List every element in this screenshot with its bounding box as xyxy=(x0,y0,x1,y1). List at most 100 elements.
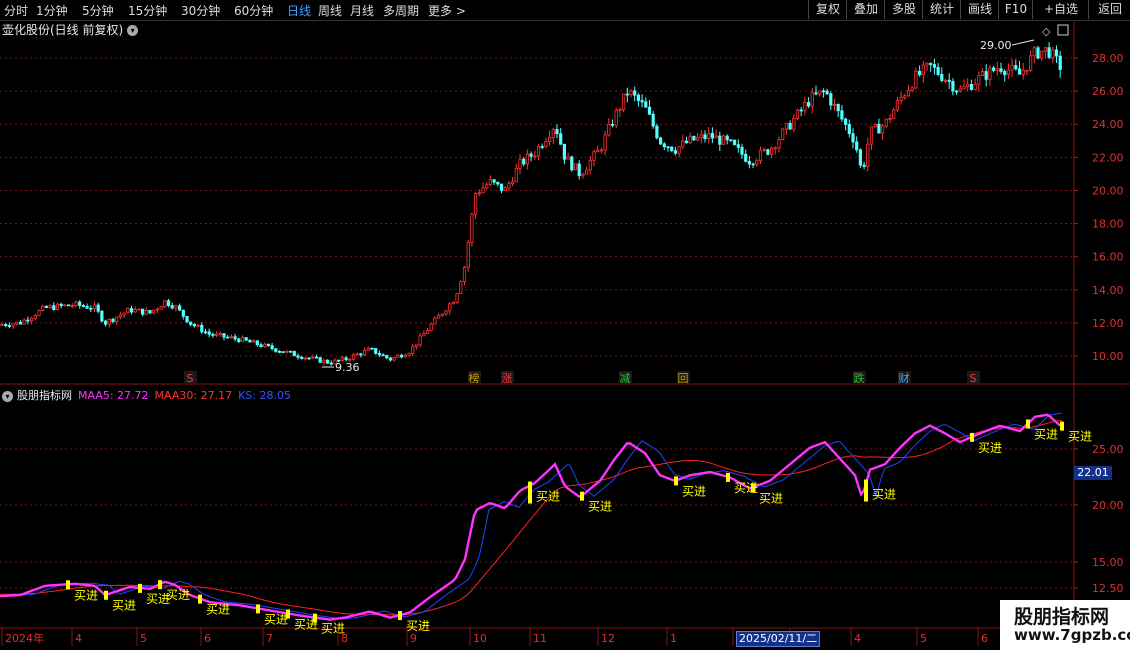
candle-body xyxy=(803,102,807,111)
candle-body xyxy=(55,303,60,311)
candle-body xyxy=(148,309,152,314)
buy-signal-bar xyxy=(726,472,730,482)
candle-body xyxy=(540,146,544,148)
candle-body xyxy=(129,308,134,313)
candle-body xyxy=(684,140,689,144)
time-tick-label: 1 xyxy=(670,632,677,645)
candle-body xyxy=(229,336,233,339)
buy-signal-label: 买进 xyxy=(978,441,1002,455)
candlesticks xyxy=(0,42,1062,366)
event-marker: 榜 xyxy=(469,371,480,385)
candle-body xyxy=(692,135,696,141)
candle-body xyxy=(33,315,37,319)
candle-body xyxy=(596,149,600,153)
candle-body xyxy=(166,300,171,306)
candle-body xyxy=(81,305,85,307)
buy-signal-label: 买进 xyxy=(74,588,98,602)
buy-signal-label: 买进 xyxy=(166,588,190,602)
candle-body xyxy=(296,355,300,358)
buy-signal-bar xyxy=(313,613,317,623)
candle-body xyxy=(300,356,304,360)
candle-body xyxy=(381,354,385,357)
price-tick-label: 10.00 xyxy=(1092,350,1124,363)
candle-body xyxy=(988,67,992,80)
candle-body xyxy=(1051,49,1055,58)
candle-body xyxy=(740,146,744,155)
candle-body xyxy=(847,124,851,135)
candle-body xyxy=(455,293,459,303)
candle-body xyxy=(429,323,433,331)
price-tick-label: 14.00 xyxy=(1092,284,1124,297)
candle-body xyxy=(851,133,855,143)
candle-body xyxy=(969,84,974,90)
candle-body xyxy=(570,156,574,171)
candle-body xyxy=(585,169,589,175)
candle-body xyxy=(784,122,789,130)
candle-body xyxy=(640,100,644,103)
candle-body xyxy=(270,345,274,350)
candle-body xyxy=(947,79,951,82)
candle-body xyxy=(29,317,34,322)
buy-signal-label: 买进 xyxy=(759,491,783,505)
buy-signal-bar xyxy=(970,432,974,442)
candle-body xyxy=(403,354,407,358)
candle-body xyxy=(96,304,100,312)
candle-body xyxy=(22,319,26,325)
candle-body xyxy=(355,353,359,356)
candle-body xyxy=(681,140,685,148)
candle-body xyxy=(618,109,622,111)
candle-body xyxy=(237,338,241,343)
candle-body xyxy=(111,318,115,322)
candle-body xyxy=(1021,70,1025,75)
window-icon xyxy=(1057,24,1069,36)
candle-body xyxy=(836,103,840,112)
candle-body xyxy=(869,126,874,145)
candle-body xyxy=(855,141,859,151)
candle-body xyxy=(4,324,8,326)
candle-body xyxy=(436,315,441,319)
indicator-tick-label: 25.00 xyxy=(1092,443,1124,456)
candle-body xyxy=(818,90,822,95)
watermark: 股朋指标网 www.7gpzb.com xyxy=(1000,600,1130,650)
candle-body xyxy=(832,103,837,106)
candle-body xyxy=(829,93,833,106)
event-marker: S xyxy=(187,372,194,385)
candle-body xyxy=(448,303,452,312)
candle-body xyxy=(133,309,137,313)
time-axis: 2024年456789101112123456 xyxy=(1,628,988,646)
candle-body xyxy=(914,70,918,89)
time-tick-label: 4 xyxy=(75,632,82,645)
high-price-label: 29.00 xyxy=(980,39,1012,52)
candle-body xyxy=(44,305,49,308)
candle-body xyxy=(207,331,211,335)
candle-body xyxy=(951,81,955,92)
candle-body xyxy=(766,149,770,155)
candle-body xyxy=(274,348,278,352)
candle-body xyxy=(1058,55,1062,70)
candle-body xyxy=(425,329,430,334)
candle-body xyxy=(137,308,141,311)
candle-body xyxy=(1040,50,1044,59)
candle-body xyxy=(744,153,748,162)
candle-body xyxy=(100,310,104,322)
candle-body xyxy=(825,90,829,95)
candle-body xyxy=(74,301,78,306)
candle-body xyxy=(581,173,585,177)
candle-body xyxy=(244,337,248,341)
candle-body xyxy=(200,324,204,333)
candle-body xyxy=(277,350,282,353)
candle-body xyxy=(411,346,415,354)
chart-canvas[interactable]: 28.00 26.00 24.00 22.00 20.00 18.00 16.00 14.00… xyxy=(0,0,1130,650)
candle-body xyxy=(1032,47,1036,57)
candle-body xyxy=(881,125,885,134)
cursor-date-label: 2025/02/11/二 xyxy=(736,631,821,647)
event-marker: 财 xyxy=(899,371,910,385)
candle-body xyxy=(78,301,82,306)
chevron-down-icon[interactable]: ▾ xyxy=(2,390,13,402)
candle-body xyxy=(962,86,966,90)
candle-body xyxy=(1047,47,1051,58)
diamond-icon: ◇ xyxy=(1042,25,1051,38)
candle-body xyxy=(155,308,159,311)
candle-body xyxy=(544,141,548,148)
candle-body xyxy=(385,354,389,359)
